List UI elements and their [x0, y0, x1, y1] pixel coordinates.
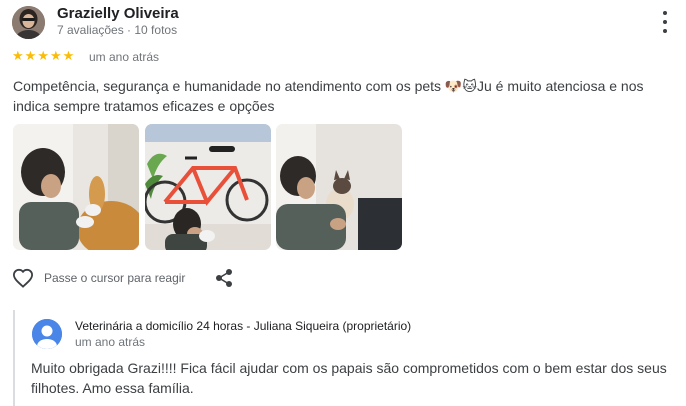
dot [663, 20, 667, 24]
heart-outline-icon [12, 268, 34, 288]
review-text: Competência, segurança e humanidade no a… [13, 78, 644, 114]
star-icon: ★ [49, 48, 62, 63]
owner-avatar[interactable] [32, 319, 62, 349]
reviewer-meta: 7 avaliações · 10 fotos [57, 23, 178, 37]
person-icon [32, 319, 62, 349]
react-button[interactable]: Passe o cursor para reagir [12, 268, 185, 288]
star-rating: ★ ★ ★ ★ ★ [12, 49, 74, 63]
dot [663, 11, 667, 15]
dot [663, 29, 667, 33]
more-vert-icon[interactable] [655, 11, 675, 33]
react-label: Passe o cursor para reagir [44, 271, 186, 285]
reply-date: um ano atrás [75, 335, 146, 349]
star-icon: ★ [24, 48, 37, 63]
reply-divider [13, 310, 15, 406]
owner-name: Veterinária a domicílio 24 horas - Julia… [75, 319, 412, 333]
review-photo-dog[interactable] [13, 124, 139, 250]
star-icon: ★ [37, 48, 49, 63]
star-icon: ★ [12, 48, 24, 63]
reviewer-name[interactable]: Grazielly Oliveira [57, 5, 179, 22]
review-photo-bicycle[interactable] [145, 124, 271, 250]
reply-text: Muito obrigada Grazi!!!! Fica fácil ajud… [31, 360, 667, 396]
reviewer-avatar[interactable] [12, 6, 45, 39]
review-photo-cat[interactable] [276, 124, 402, 250]
share-icon[interactable] [214, 268, 234, 288]
review-date: um ano atrás [89, 50, 160, 64]
star-icon: ★ [62, 48, 75, 63]
